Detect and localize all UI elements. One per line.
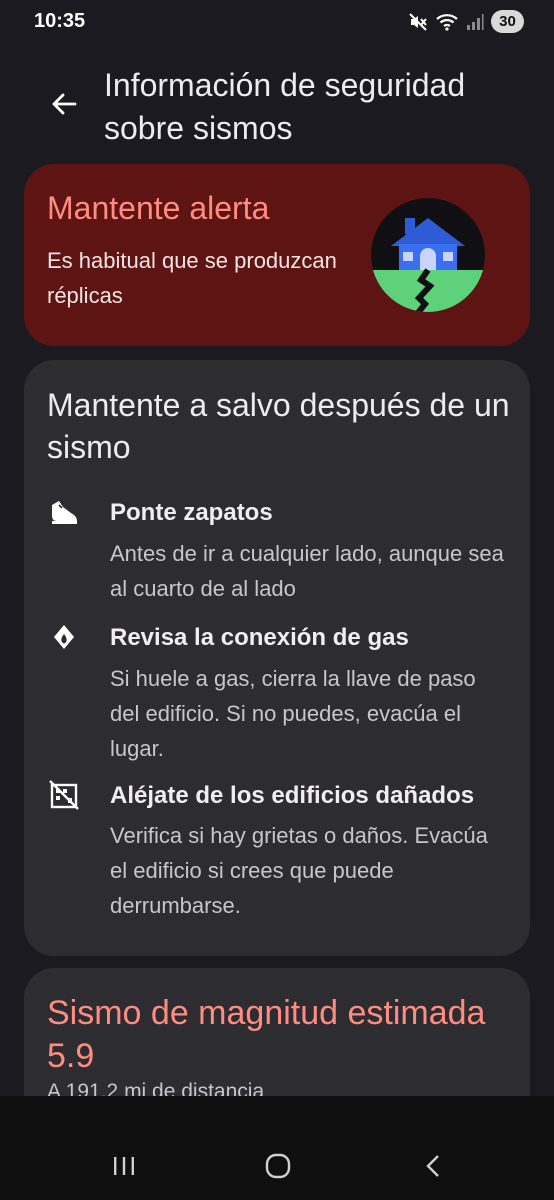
house-earthquake-icon (369, 196, 487, 314)
page-title: Información de seguridad sobre sismos (104, 67, 466, 146)
alert-card: Mantente alerta Es habitual que se produ… (24, 164, 530, 346)
tip-description: Verifica si hay grietas o daños. Evacúa … (110, 823, 488, 918)
status-icons: 30 (408, 10, 524, 33)
status-time: 10:35 (34, 10, 86, 32)
navigation-bar (0, 1096, 554, 1200)
back-icon (423, 1154, 443, 1183)
recent-apps-button[interactable] (104, 1148, 144, 1188)
damaged-building-icon (48, 779, 80, 811)
safety-card: Mantente a salvo después de un sismo Pon… (24, 360, 530, 956)
tip-title: Ponte zapatos (110, 499, 273, 526)
home-button[interactable] (258, 1148, 298, 1188)
tip-description: Antes de ir a cualquier lado, aunque sea… (110, 541, 504, 601)
wifi-icon (435, 12, 459, 32)
signal-icon (466, 13, 484, 31)
screen: 10:35 30 Información de seguridad sobre … (0, 0, 554, 1200)
recent-apps-icon (111, 1155, 137, 1182)
header: Información de seguridad sobre sismos (0, 60, 554, 156)
shoe-icon (48, 496, 80, 528)
safety-title: Mantente a salvo después de un sismo (47, 387, 510, 465)
back-nav-button[interactable] (413, 1148, 453, 1188)
arrow-left-icon (50, 90, 78, 123)
tip-title: Revisa la conexión de gas (110, 624, 409, 651)
back-button[interactable] (44, 86, 84, 126)
magnitude-title: Sismo de magnitud estimada 5.9 (47, 994, 486, 1075)
gas-flame-icon (48, 621, 80, 653)
alert-title: Mantente alerta (47, 190, 270, 226)
mute-icon (408, 12, 428, 32)
home-icon (265, 1153, 291, 1184)
alert-subtitle: Es habitual que se produzcan réplicas (47, 248, 337, 308)
battery-icon: 30 (491, 10, 524, 33)
status-bar: 10:35 30 (0, 0, 554, 44)
tip-description: Si huele a gas, cierra la llave de paso … (110, 666, 476, 761)
tip-title: Aléjate de los edificios dañados (110, 782, 475, 809)
